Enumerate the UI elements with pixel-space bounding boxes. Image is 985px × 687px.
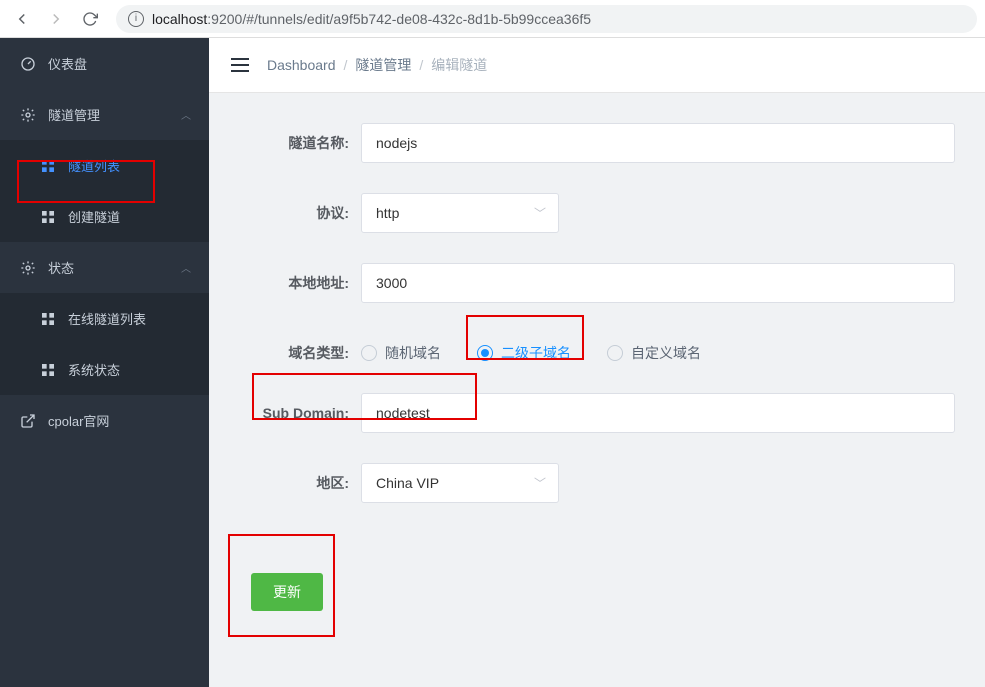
chevron-up-icon: ︿: [181, 260, 191, 275]
sidebar-item-tunnel-list[interactable]: 隧道列表: [0, 140, 209, 191]
update-button[interactable]: 更新: [251, 573, 323, 611]
sidebar-label: 状态: [48, 258, 74, 277]
sidebar-label: 创建隧道: [68, 207, 120, 226]
radio-subdomain[interactable]: 二级子域名: [477, 343, 571, 363]
sidebar-item-online-list[interactable]: 在线隧道列表: [0, 293, 209, 344]
chevron-down-icon: ﹀: [534, 205, 546, 222]
region-value: China VIP: [376, 475, 439, 491]
region-select[interactable]: China VIP ﹀: [361, 463, 559, 503]
tunnel-name-input[interactable]: [361, 123, 955, 163]
grid-icon: [40, 158, 56, 174]
breadcrumb-item[interactable]: 隧道管理: [355, 55, 411, 75]
hamburger-icon[interactable]: [231, 58, 249, 72]
forward-button[interactable]: [42, 5, 70, 33]
sidebar-label: 系统状态: [68, 360, 120, 379]
radio-label: 随机域名: [385, 343, 441, 363]
subdomain-input[interactable]: [361, 393, 955, 433]
url-text: localhost:9200/#/tunnels/edit/a9f5b742-d…: [152, 11, 591, 27]
radio-icon: [477, 345, 493, 361]
topbar: Dashboard / 隧道管理 / 编辑隧道: [209, 38, 985, 93]
sidebar-item-dashboard[interactable]: 仪表盘: [0, 38, 209, 89]
sidebar-item-status[interactable]: 状态 ︿: [0, 242, 209, 293]
sidebar-label: 仪表盘: [48, 54, 87, 73]
sidebar-label: cpolar官网: [48, 411, 109, 430]
breadcrumb-current: 编辑隧道: [431, 55, 487, 75]
external-link-icon: [20, 413, 36, 429]
gear-icon: [20, 107, 36, 123]
sidebar: 仪表盘 隧道管理 ︿ 隧道列表 创建隧道 状态 ︿ 在线隧道列表 系统状态: [0, 38, 209, 687]
region-label: 地区:: [239, 473, 361, 493]
gear-icon: [20, 260, 36, 276]
grid-icon: [40, 362, 56, 378]
sidebar-label: 隧道管理: [48, 105, 100, 124]
tunnel-name-label: 隧道名称:: [239, 133, 361, 153]
gauge-icon: [20, 56, 36, 72]
breadcrumb: Dashboard / 隧道管理 / 编辑隧道: [267, 55, 487, 75]
breadcrumb-item[interactable]: Dashboard: [267, 57, 336, 73]
local-addr-label: 本地地址:: [239, 273, 361, 293]
sidebar-label: 在线隧道列表: [68, 309, 146, 328]
protocol-label: 协议:: [239, 203, 361, 223]
radio-label: 自定义域名: [631, 343, 701, 363]
browser-toolbar: i localhost:9200/#/tunnels/edit/a9f5b742…: [0, 0, 985, 38]
domain-type-label: 域名类型:: [239, 343, 361, 363]
breadcrumb-sep: /: [419, 57, 423, 73]
sidebar-label: 隧道列表: [68, 156, 120, 175]
site-info-icon: i: [128, 11, 144, 27]
subdomain-label: Sub Domain:: [239, 405, 361, 421]
radio-label: 二级子域名: [501, 343, 571, 363]
main-content: Dashboard / 隧道管理 / 编辑隧道 隧道名称: 协议: http ﹀…: [209, 38, 985, 687]
protocol-select[interactable]: http ﹀: [361, 193, 559, 233]
radio-icon: [607, 345, 623, 361]
sidebar-item-tunnel-mgmt[interactable]: 隧道管理 ︿: [0, 89, 209, 140]
reload-button[interactable]: [76, 5, 104, 33]
sidebar-item-cpolar-site[interactable]: cpolar官网: [0, 395, 209, 446]
sidebar-item-sys-status[interactable]: 系统状态: [0, 344, 209, 395]
sidebar-item-tunnel-create[interactable]: 创建隧道: [0, 191, 209, 242]
breadcrumb-sep: /: [344, 57, 348, 73]
grid-icon: [40, 311, 56, 327]
grid-icon: [40, 209, 56, 225]
radio-random-domain[interactable]: 随机域名: [361, 343, 441, 363]
protocol-value: http: [376, 205, 399, 221]
chevron-up-icon: ︿: [181, 107, 191, 122]
local-addr-input[interactable]: [361, 263, 955, 303]
radio-custom-domain[interactable]: 自定义域名: [607, 343, 701, 363]
chevron-down-icon: ﹀: [534, 475, 546, 492]
radio-icon: [361, 345, 377, 361]
address-bar[interactable]: i localhost:9200/#/tunnels/edit/a9f5b742…: [116, 5, 977, 33]
back-button[interactable]: [8, 5, 36, 33]
